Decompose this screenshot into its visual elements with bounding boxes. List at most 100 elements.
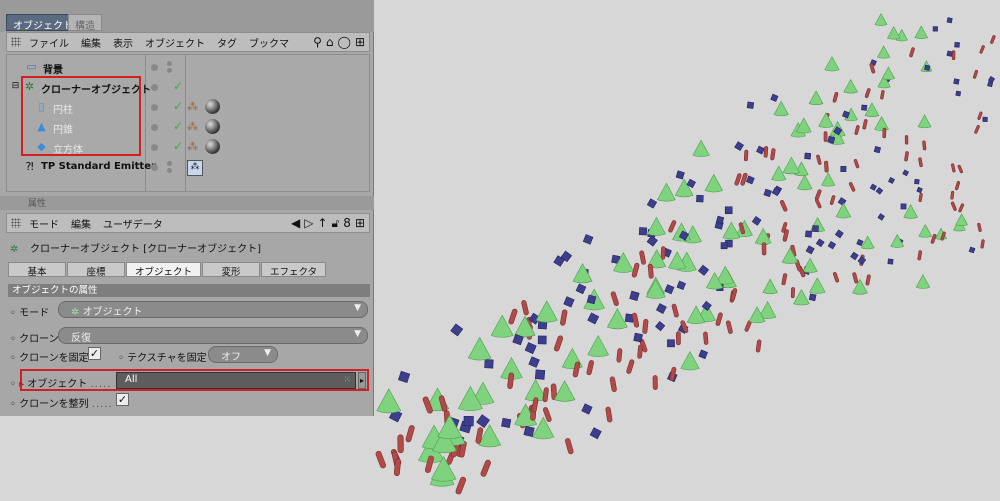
tree-row-background[interactable]: ▭ 背景 <box>7 57 369 77</box>
enabled-check-icon[interactable]: ✓ <box>173 99 183 113</box>
cone-particle <box>802 257 818 273</box>
chevron-down-icon: ▼ <box>354 329 361 339</box>
cone-particle <box>587 334 610 357</box>
tab-coordinates[interactable]: 座標 <box>67 262 125 278</box>
material-tag-icon[interactable] <box>205 119 220 134</box>
visibility-dot[interactable] <box>151 64 158 71</box>
cylinder-particle <box>781 273 788 286</box>
cylinder-particle <box>610 291 619 306</box>
enabled-check-icon[interactable]: ✓ <box>173 79 183 93</box>
cube-particle <box>664 284 675 295</box>
cone-particle <box>877 45 891 59</box>
enabled-check-icon[interactable]: ✓ <box>173 119 183 133</box>
cube-particle <box>450 323 464 337</box>
menu-edit[interactable]: 編集 <box>81 35 101 50</box>
cone-particle <box>809 277 826 294</box>
cube-particle <box>805 230 813 238</box>
new-window-icon[interactable]: ⊞ <box>355 216 365 231</box>
joint-tag-icon[interactable]: ⁂ <box>187 120 198 133</box>
cylinder-particle <box>642 318 649 334</box>
cube-particle <box>840 166 847 172</box>
fix-texture-select[interactable]: オフ ▼ <box>208 346 278 363</box>
tab-effectors[interactable]: エフェクタ <box>261 262 327 278</box>
visibility-dot[interactable] <box>151 84 158 91</box>
cylinder-particle <box>703 331 709 345</box>
cone-particle <box>656 182 676 202</box>
cone-particle <box>914 25 928 40</box>
cube-particle <box>770 93 779 102</box>
tab-transform[interactable]: 変形 <box>202 262 261 278</box>
search-icon[interactable]: ⚲ <box>313 35 322 49</box>
tab-object[interactable]: オブジェクト <box>126 262 202 278</box>
menu-object[interactable]: オブジェクト <box>145 35 205 50</box>
tab-basic[interactable]: 基本 <box>8 262 66 278</box>
clone-select[interactable]: 反復 ▼ <box>58 327 368 344</box>
cone-particle <box>680 350 700 371</box>
cone-particle <box>376 388 402 414</box>
cylinder-particle <box>829 195 836 205</box>
fix-clone-checkbox[interactable]: ✓ <box>88 347 101 360</box>
cylinder-particle <box>815 198 822 209</box>
cube-particle <box>827 135 836 144</box>
visibility-dot[interactable] <box>151 144 158 151</box>
grip-icon[interactable] <box>11 218 21 228</box>
cylinder-particle <box>790 287 795 299</box>
cone-particle <box>818 112 834 128</box>
cube-particle <box>751 216 762 226</box>
mode-select[interactable]: ✲ オブジェクト ▼ <box>58 301 368 318</box>
visibility-dot[interactable] <box>151 164 158 171</box>
cone-particle <box>874 115 889 131</box>
forward-arrow-icon[interactable]: ▷ <box>304 216 313 231</box>
cylinder-particle <box>676 331 681 346</box>
menu-mode[interactable]: モード <box>29 216 59 231</box>
cone-particle <box>918 223 933 238</box>
arrange-clone-checkbox[interactable]: ✓ <box>116 393 129 406</box>
cube-particle <box>869 183 877 191</box>
visibility-dot-editor[interactable] <box>167 161 172 166</box>
cube-particle <box>676 280 686 291</box>
cylinder-particle <box>553 335 564 352</box>
menu-bookmark[interactable]: ブックマ <box>249 35 289 50</box>
visibility-dot-render[interactable] <box>167 168 172 173</box>
cube-particle <box>697 264 710 276</box>
home-icon[interactable]: ⌂ <box>326 35 334 49</box>
cone-particle <box>843 78 858 94</box>
cone-particle <box>881 66 896 80</box>
menu-userdata[interactable]: ユーザデータ <box>103 216 163 231</box>
cube-particle <box>563 296 575 308</box>
visibility-dot-render[interactable] <box>167 68 172 73</box>
cylinder-particle <box>779 199 788 212</box>
material-tag-icon[interactable] <box>205 99 220 114</box>
lock-icon[interactable]: 🔓︎ <box>332 216 340 231</box>
up-arrow-icon[interactable]: ↑ <box>317 216 327 231</box>
visibility-dot[interactable] <box>151 124 158 131</box>
cube-particle <box>763 188 772 198</box>
new-window-icon[interactable]: ⊞ <box>355 35 365 49</box>
link-icon[interactable]: 8 <box>343 216 351 231</box>
cube-particle <box>873 145 882 154</box>
material-tag-icon[interactable] <box>205 139 220 154</box>
back-arrow-icon[interactable]: ◀ <box>291 216 300 231</box>
menu-file[interactable]: ファイル <box>29 35 69 50</box>
cube-particle <box>655 321 666 332</box>
cone-particle <box>771 165 787 181</box>
object-manager-menu: ファイル 編集 表示 オブジェクト タグ ブックマ ⚲ ⌂ ◯ ⊞ <box>6 32 370 52</box>
joint-tag-icon[interactable]: ⁂ <box>187 140 198 153</box>
visibility-dot[interactable] <box>151 104 158 111</box>
tree-row-emitter[interactable]: ⁈ TP Standard Emitter ⁂ <box>7 157 369 177</box>
emitter-tag-icon[interactable]: ⁂ <box>187 160 203 176</box>
menu-edit[interactable]: 編集 <box>71 216 91 231</box>
cone-particle <box>821 172 836 187</box>
cone-particle <box>860 235 875 250</box>
cone-particle <box>955 213 968 227</box>
tab-structure[interactable]: 構造 <box>68 14 102 32</box>
joint-tag-icon[interactable]: ⁂ <box>187 100 198 113</box>
grip-icon[interactable] <box>11 37 21 47</box>
cylinder-particle <box>917 250 923 261</box>
cube-particle <box>698 349 708 360</box>
enabled-check-icon[interactable]: ✓ <box>173 139 183 153</box>
eye-icon[interactable]: ◯ <box>338 35 351 49</box>
menu-view[interactable]: 表示 <box>113 35 133 50</box>
visibility-dot-editor[interactable] <box>167 61 172 66</box>
menu-tag[interactable]: タグ <box>217 35 237 50</box>
